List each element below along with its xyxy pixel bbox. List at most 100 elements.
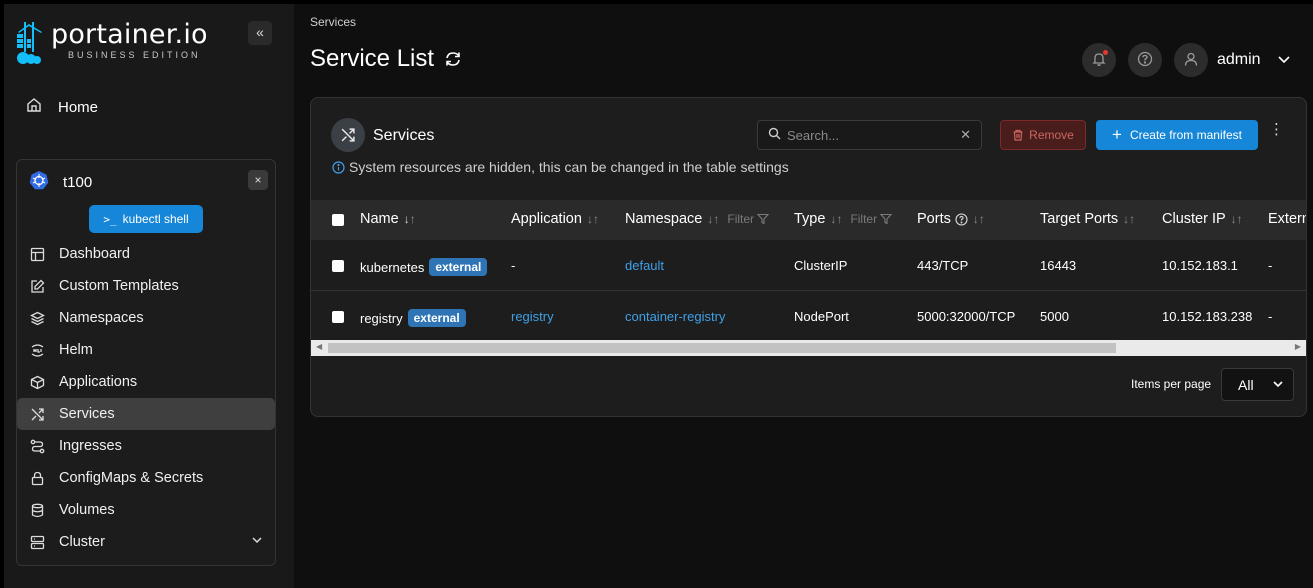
sort-icon[interactable]: ↓↑ — [707, 212, 719, 226]
search-input[interactable] — [787, 127, 947, 143]
column-label: Type — [794, 211, 826, 227]
notifications-button[interactable] — [1082, 43, 1116, 77]
close-environment-button[interactable]: × — [248, 170, 268, 190]
namespace-link[interactable]: default — [625, 258, 664, 273]
scroll-right-icon[interactable]: ▶ — [1295, 342, 1301, 351]
column-label: Extern — [1268, 211, 1307, 227]
sidebar-item-label: Cluster — [59, 534, 105, 550]
help-button[interactable] — [1128, 43, 1162, 77]
remove-button[interactable]: Remove — [1000, 120, 1086, 150]
sidebar-item-label: Applications — [59, 374, 138, 390]
app-frame: portainer.io BUSINESS EDITION « Home t10… — [0, 0, 1313, 588]
column-external[interactable]: Extern — [1268, 211, 1307, 227]
sidebar-item-label: Ingresses — [59, 438, 122, 454]
namespace-link[interactable]: container-registry — [625, 309, 725, 324]
collapse-sidebar-button[interactable]: « — [248, 21, 272, 45]
sidebar-item-configmaps-secrets[interactable]: ConfigMaps & Secrets — [17, 462, 275, 494]
external-badge: external — [407, 309, 466, 327]
column-type[interactable]: Type ↓↑ Filter — [794, 211, 893, 227]
create-from-manifest-button[interactable]: + Create from manifest — [1096, 120, 1258, 150]
sidebar-item-dashboard[interactable]: Dashboard — [17, 238, 275, 270]
chevron-down-icon[interactable] — [251, 534, 263, 550]
sidebar: portainer.io BUSINESS EDITION « Home t10… — [4, 4, 294, 588]
row-checkbox[interactable] — [332, 260, 344, 272]
items-per-page-select[interactable]: All — [1221, 368, 1294, 401]
sort-icon[interactable]: ↓↑ — [404, 212, 416, 226]
application-link[interactable]: registry — [511, 309, 554, 324]
sidebar-item-ingresses[interactable]: Ingresses — [17, 430, 275, 462]
column-ports[interactable]: Ports ↓↑ — [917, 211, 985, 227]
refresh-icon[interactable] — [444, 50, 462, 68]
column-name[interactable]: Name ↓↑ — [360, 211, 416, 227]
scroll-left-icon[interactable]: ◀ — [316, 342, 322, 351]
sidebar-item-namespaces[interactable]: Namespaces — [17, 302, 275, 334]
sidebar-item-services[interactable]: Services — [17, 398, 275, 430]
namespace-filter[interactable]: Filter — [727, 212, 770, 226]
environment-name: t100 — [63, 173, 93, 191]
sidebar-item-applications[interactable]: Applications — [17, 366, 275, 398]
remove-label: Remove — [1029, 128, 1074, 142]
row-checkbox[interactable] — [332, 311, 344, 323]
search-icon — [768, 127, 781, 143]
environment-panel: t100 × >_ kubectl shell Dashboard Custom… — [16, 159, 276, 566]
service-name: kubernetes — [360, 259, 425, 275]
sidebar-item-custom-templates[interactable]: Custom Templates — [17, 270, 275, 302]
column-namespace[interactable]: Namespace ↓↑ Filter — [625, 211, 770, 227]
clear-search-icon[interactable]: ✕ — [960, 127, 971, 143]
cell-name: registry external — [360, 309, 466, 327]
sidebar-item-volumes[interactable]: Volumes — [17, 494, 275, 526]
home-icon — [26, 97, 44, 117]
route-icon — [29, 438, 45, 454]
cell-name: kubernetes external — [360, 258, 488, 276]
cell-target-ports: 5000 — [1040, 309, 1069, 324]
sidebar-item-helm[interactable]: Helm — [17, 334, 275, 366]
type-filter[interactable]: Filter — [850, 212, 893, 226]
environment-header: t100 — [29, 170, 92, 194]
select-all-checkbox[interactable] — [332, 214, 344, 226]
column-cluster-ip[interactable]: Cluster IP ↓↑ — [1162, 211, 1243, 227]
header-actions: admin — [1082, 43, 1291, 77]
sort-icon[interactable]: ↓↑ — [973, 212, 985, 226]
column-label: Ports — [917, 211, 951, 227]
horizontal-scrollbar[interactable]: ◀ ▶ — [311, 340, 1306, 356]
sidebar-item-home[interactable]: Home — [26, 97, 98, 117]
shuffle-icon — [29, 406, 45, 422]
sort-icon[interactable]: ↓↑ — [587, 212, 599, 226]
user-menu-chevron-icon[interactable] — [1277, 52, 1291, 69]
sidebar-item-label: Volumes — [59, 502, 115, 518]
column-application[interactable]: Application ↓↑ — [511, 211, 599, 227]
sort-icon[interactable]: ↓↑ — [1231, 212, 1243, 226]
more-options-icon[interactable]: ⋮ — [1269, 122, 1284, 137]
cell-type: ClusterIP — [794, 258, 848, 273]
database-icon — [29, 502, 45, 518]
user-name[interactable]: admin — [1217, 51, 1261, 69]
sort-icon[interactable]: ↓↑ — [830, 212, 842, 226]
cell-ports: 443/TCP — [917, 258, 969, 273]
column-target-ports[interactable]: Target Ports ↓↑ — [1040, 211, 1135, 227]
cell-external: - — [1268, 309, 1273, 324]
environment-nav: Dashboard Custom Templates Namespaces He… — [17, 238, 275, 558]
page-title: Service List — [310, 45, 462, 73]
sidebar-item-label: Helm — [59, 342, 93, 358]
portainer-logo[interactable]: portainer.io BUSINESS EDITION — [15, 20, 208, 66]
cell-application: - — [511, 258, 516, 273]
cell-cluster-ip: 10.152.183.238 — [1162, 309, 1253, 324]
user-icon — [1183, 51, 1199, 70]
column-label: Namespace — [625, 211, 703, 227]
kubectl-shell-label: kubectl shell — [122, 212, 189, 226]
edit-icon — [29, 278, 45, 294]
main-content: Services Service List admin Services Sys… — [294, 4, 1313, 588]
filter-label: Filter — [850, 212, 878, 226]
items-per-page-label: Items per page — [1131, 377, 1212, 391]
cell-target-ports: 16443 — [1040, 258, 1077, 273]
create-label: Create from manifest — [1129, 128, 1242, 142]
sort-icon[interactable]: ↓↑ — [1123, 212, 1135, 226]
sidebar-item-cluster[interactable]: Cluster — [17, 526, 275, 558]
scrollbar-thumb[interactable] — [328, 343, 1116, 353]
table-row: registry external registry container-reg… — [311, 291, 1306, 342]
kubectl-shell-button[interactable]: >_ kubectl shell — [89, 205, 203, 233]
panel-title: Services — [373, 127, 435, 144]
breadcrumb[interactable]: Services — [310, 15, 356, 29]
user-avatar[interactable] — [1174, 43, 1208, 77]
help-circle-icon[interactable] — [955, 212, 968, 226]
